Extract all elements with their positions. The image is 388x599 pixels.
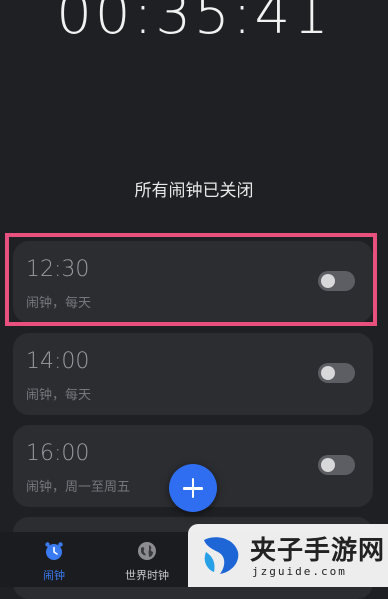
tab-alarm-label: 闹钟 [43, 569, 65, 582]
tab-world-clock[interactable]: 世界时钟 [117, 540, 177, 583]
alarms-status-text: 所有闹钟已关闭 [134, 181, 254, 201]
add-alarm-button[interactable] [169, 464, 217, 512]
watermark-title: 夹子手游网 [250, 536, 386, 566]
alarm-repeat-text: 闹钟，周一至周五 [26, 480, 131, 495]
alarm-time: 12:30 [26, 257, 90, 282]
alarm-repeat-text: 闹钟，每天 [26, 388, 92, 403]
alarm-time: 14:00 [26, 349, 90, 374]
alarm-toggle[interactable] [318, 363, 355, 383]
globe-icon [138, 542, 156, 560]
watermark-url: jzguide.com [252, 565, 347, 578]
alarm-repeat-text: 闹钟，每天 [26, 296, 92, 311]
tab-world-clock-label: 世界时钟 [125, 569, 169, 582]
current-time-display: 00:35:41 [56, 0, 332, 47]
alarm-card-1400[interactable]: 14:00 闹钟，每天 [13, 333, 373, 415]
alarm-time: 16:00 [26, 441, 90, 466]
alarm-toggle[interactable] [318, 271, 355, 291]
toggle-knob [321, 274, 335, 288]
toggle-knob [321, 366, 335, 380]
alarm-clock-icon [45, 542, 63, 560]
alarm-toggle[interactable] [318, 455, 355, 475]
alarm-card-1230[interactable]: 12:30 闹钟，每天 [13, 241, 373, 323]
site-watermark: 夹子手游网 jzguide.com [188, 524, 388, 587]
watermark-logo-icon [204, 537, 239, 574]
tab-alarm[interactable]: 闹钟 [24, 540, 84, 583]
toggle-knob [321, 458, 335, 472]
